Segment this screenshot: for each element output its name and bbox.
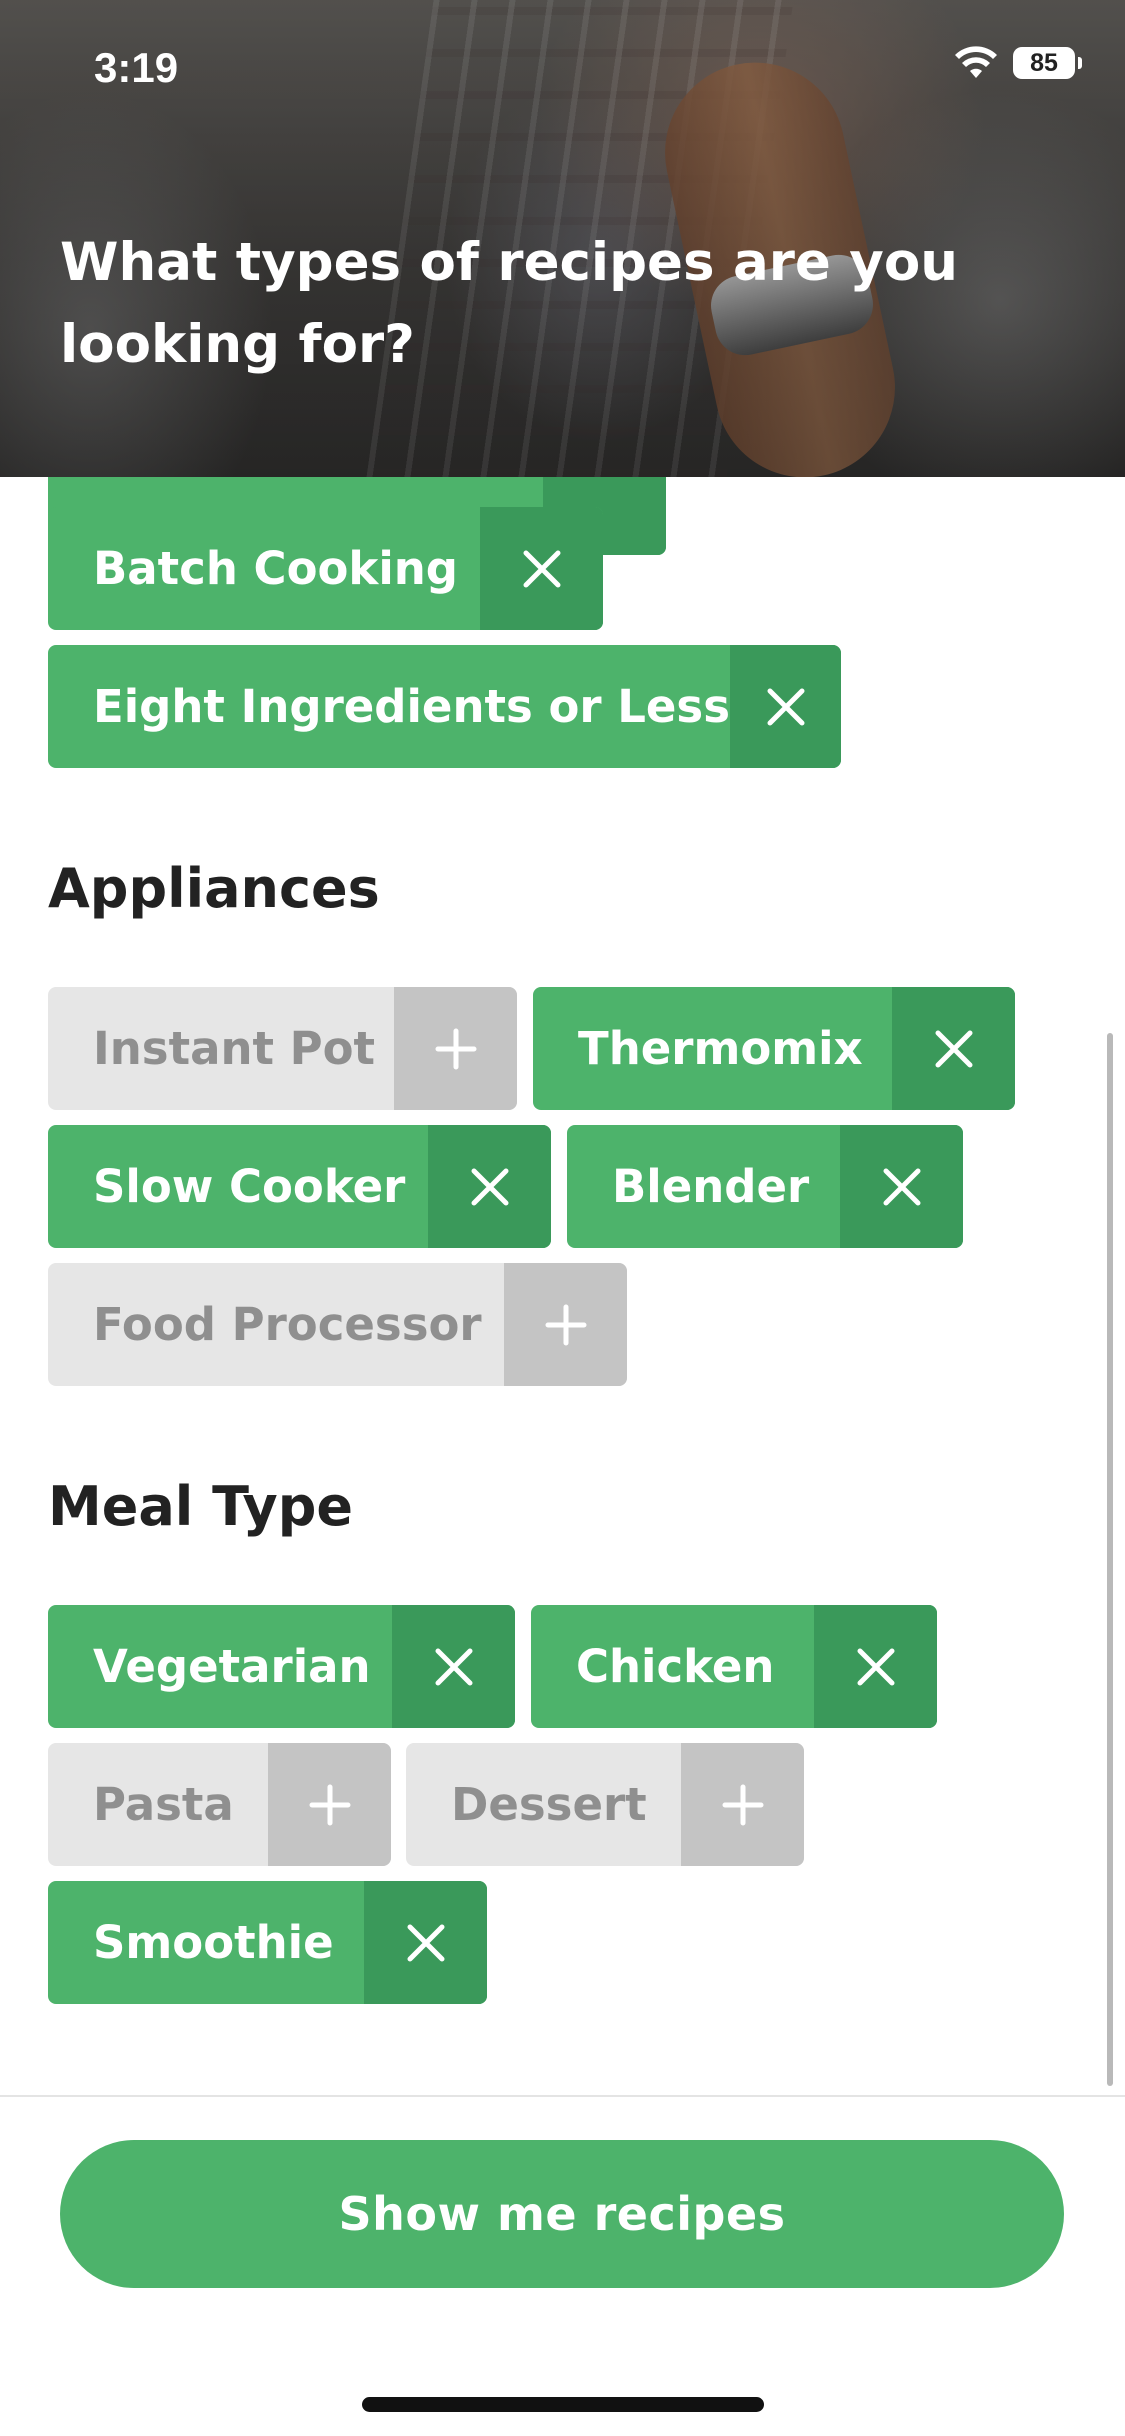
section-title-appliances: Appliances <box>48 857 380 920</box>
add-button[interactable] <box>268 1743 391 1866</box>
chip-pasta[interactable]: Pasta <box>48 1743 391 1866</box>
battery-icon: 85 <box>1013 47 1082 79</box>
chip-label: Vegetarian <box>93 1640 371 1693</box>
chip-label: Dessert <box>451 1778 647 1831</box>
chip-eight-ingredients[interactable]: Eight Ingredients or Less <box>48 645 841 768</box>
header-hero: 3:19 85 What types of recipes are you lo… <box>0 0 1125 477</box>
battery-level: 85 <box>1030 48 1058 77</box>
chip-label: Batch Cooking <box>93 542 459 595</box>
chip-label: Chicken <box>576 1640 775 1693</box>
remove-button[interactable] <box>840 1125 963 1248</box>
close-icon <box>935 1030 972 1067</box>
close-icon <box>883 1168 920 1205</box>
chip-label: Pasta <box>93 1778 234 1831</box>
plus-icon <box>435 1028 476 1069</box>
scrollbar[interactable] <box>1107 1033 1113 2086</box>
remove-button[interactable] <box>730 645 841 768</box>
home-indicator[interactable] <box>362 2397 764 2412</box>
chip-label: Thermomix <box>578 1022 863 1075</box>
remove-button[interactable] <box>892 987 1015 1110</box>
remove-button[interactable] <box>364 1881 487 2004</box>
chip-label: Smoothie <box>93 1916 334 1969</box>
chip-vegetarian[interactable]: Vegetarian <box>48 1605 515 1728</box>
filter-list[interactable]: Batch Cooking Eight Ingredients or Less … <box>0 477 1125 2095</box>
chip-instant-pot[interactable]: Instant Pot <box>48 987 517 1110</box>
remove-button[interactable] <box>392 1605 515 1728</box>
status-icons: 85 <box>953 46 1082 80</box>
chip-blender[interactable]: Blender <box>567 1125 963 1248</box>
chip-thermomix[interactable]: Thermomix <box>533 987 1015 1110</box>
page-title: What types of recipes are you looking fo… <box>60 232 958 375</box>
wifi-icon <box>955 46 997 78</box>
chip-label: Food Processor <box>93 1298 482 1351</box>
close-icon <box>471 1168 508 1205</box>
remove-button[interactable] <box>480 507 603 630</box>
plus-icon <box>545 1304 586 1345</box>
status-time: 3:19 <box>94 44 179 91</box>
add-button[interactable] <box>681 1743 804 1866</box>
footer-divider <box>0 2095 1125 2097</box>
chip-label: Slow Cooker <box>93 1160 406 1213</box>
chip-chicken[interactable]: Chicken <box>531 1605 937 1728</box>
chip-label: Instant Pot <box>93 1022 376 1075</box>
chip-batch-cooking[interactable]: Batch Cooking <box>48 507 603 630</box>
chip-label: Eight Ingredients or Less <box>93 680 730 733</box>
add-button[interactable] <box>504 1263 627 1386</box>
plus-icon <box>722 1784 763 1825</box>
section-title-meal-type: Meal Type <box>48 1475 354 1538</box>
chip-smoothie[interactable]: Smoothie <box>48 1881 487 2004</box>
close-icon <box>435 1648 472 1685</box>
close-icon <box>523 550 560 587</box>
remove-button[interactable] <box>814 1605 937 1728</box>
add-button[interactable] <box>394 987 517 1110</box>
chip-label: Blender <box>612 1160 810 1213</box>
chip-slow-cooker[interactable]: Slow Cooker <box>48 1125 551 1248</box>
close-icon <box>407 1924 444 1961</box>
close-icon <box>857 1648 894 1685</box>
chip-dessert[interactable]: Dessert <box>406 1743 804 1866</box>
close-icon <box>767 688 804 725</box>
show-recipes-button[interactable]: Show me recipes <box>60 2140 1064 2288</box>
remove-button[interactable] <box>428 1125 551 1248</box>
chip-food-processor[interactable]: Food Processor <box>48 1263 627 1386</box>
plus-icon <box>309 1784 350 1825</box>
